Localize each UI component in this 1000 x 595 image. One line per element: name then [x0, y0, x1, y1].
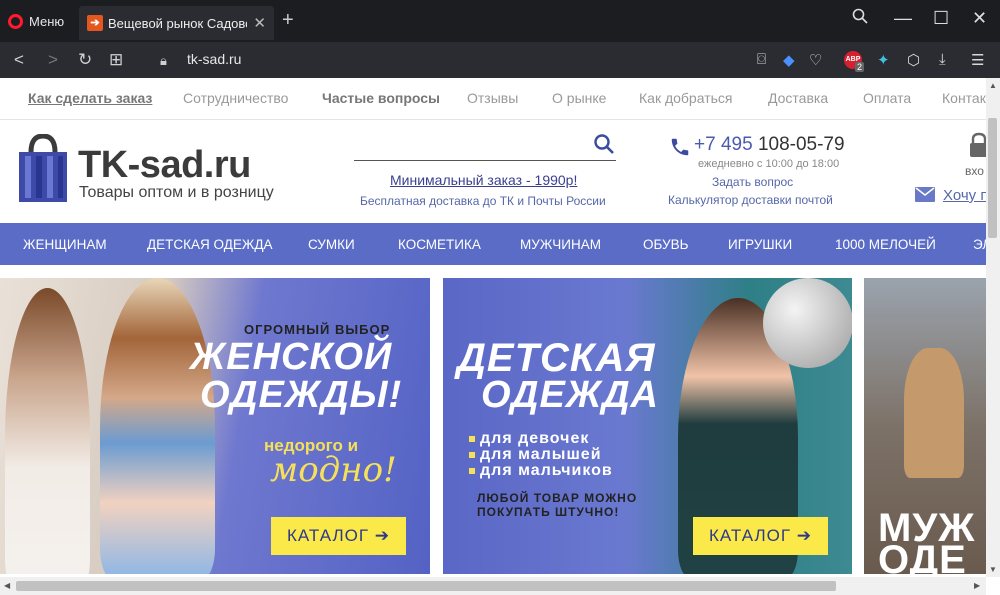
easy-setup-icon[interactable]: ☰: [971, 51, 984, 69]
model-photo: [100, 278, 215, 574]
cube-icon[interactable]: ⬡: [907, 51, 920, 69]
close-tab-icon[interactable]: ✕: [253, 14, 266, 32]
women-banner-subtitle: ОГРОМНЫЙ ВЫБОР: [244, 322, 391, 337]
horizontal-scroll-thumb[interactable]: [16, 581, 836, 591]
vpn-shield-icon[interactable]: ◆: [783, 51, 795, 69]
delivery-calculator-link[interactable]: Калькулятор доставки почтой: [668, 193, 833, 207]
women-banner-fashion: модно!: [270, 450, 397, 490]
wooden-deer-image: [904, 348, 964, 478]
tabs-grid-icon[interactable]: ⊞: [109, 50, 123, 70]
vertical-scrollbar[interactable]: ▲ ▼: [986, 78, 1000, 577]
close-window-icon[interactable]: ✕: [972, 8, 987, 29]
banner-kids[interactable]: ДЕТСКАЯ ОДЕЖДА для девочек для малышей д…: [443, 278, 852, 574]
kids-bullet: для мальчиков: [469, 462, 613, 480]
banner-men[interactable]: МУЖ ОДЕ: [864, 278, 986, 574]
phone-code: +7 495: [694, 134, 753, 155]
topmenu-how-to-order[interactable]: Как сделать заказ: [28, 90, 152, 106]
site-header: TK-sad.ru Товары оптом и в розницу Миним…: [0, 120, 986, 220]
back-icon[interactable]: <: [14, 50, 24, 70]
category-nav: ЖЕНЩИНАМ ДЕТСКАЯ ОДЕЖДА СУМКИ КОСМЕТИКА …: [0, 223, 986, 265]
scroll-right-icon[interactable]: ▶: [974, 581, 980, 590]
men-banner-title-2: ОДЕ: [878, 538, 967, 574]
maximize-icon[interactable]: ☐: [933, 8, 949, 29]
category-1000-trifles[interactable]: 1000 МЕЛОЧЕЙ: [835, 237, 936, 252]
scroll-left-icon[interactable]: ◀: [4, 581, 10, 590]
category-shoes[interactable]: ОБУВЬ: [643, 237, 689, 252]
login-lock-icon[interactable]: [969, 132, 986, 158]
kids-catalog-button[interactable]: КАТАЛОГ ➔: [693, 517, 828, 555]
topmenu-payment[interactable]: Оплата: [863, 90, 911, 106]
new-tab-icon[interactable]: +: [282, 9, 294, 32]
camera-icon[interactable]: ⌼: [757, 51, 766, 68]
women-banner-title-1: ЖЕНСКОЙ: [190, 336, 393, 378]
category-bags[interactable]: СУМКИ: [308, 237, 355, 252]
logo-bag-icon[interactable]: [15, 134, 71, 204]
scroll-down-icon[interactable]: ▼: [989, 565, 997, 574]
vertical-scroll-thumb[interactable]: [988, 118, 997, 238]
women-banner-title-2: ОДЕЖДЫ!: [200, 374, 403, 416]
login-link[interactable]: вхо: [965, 164, 984, 178]
url-field[interactable]: tk-sad.ru: [187, 51, 241, 67]
kids-note-2: ПОКУПАТЬ ШТУЧНО!: [477, 505, 620, 519]
topmenu-contacts[interactable]: Контак: [942, 90, 986, 106]
browser-tab[interactable]: ➔ Вещевой рынок Садовод ✕: [79, 6, 274, 40]
kids-note-1: ЛЮБОЙ ТОВАР МОЖНО: [477, 491, 638, 505]
minimize-icon[interactable]: —: [894, 8, 912, 29]
page-viewport: Как сделать заказ Сотрудничество Частые …: [0, 78, 986, 577]
want-link[interactable]: Хочу п: [943, 187, 986, 204]
search-input[interactable]: [354, 160, 616, 161]
phone-digits: 108-05-79: [757, 134, 845, 155]
topmenu-about-market[interactable]: О рынке: [552, 90, 606, 106]
scroll-up-icon[interactable]: ▲: [989, 81, 997, 90]
horizontal-scrollbar[interactable]: ◀ ▶: [0, 577, 986, 595]
tab-title: Вещевой рынок Садовод: [108, 15, 248, 31]
free-delivery-text: Бесплатная доставка до ТК и Почты России: [360, 194, 606, 208]
download-icon[interactable]: ⤓: [939, 51, 946, 68]
topmenu-cooperation[interactable]: Сотрудничество: [183, 90, 288, 106]
topmenu-reviews[interactable]: Отзывы: [467, 90, 518, 106]
top-menu: Как сделать заказ Сотрудничество Частые …: [0, 78, 986, 120]
logo-tagline: Товары оптом и в розницу: [79, 184, 274, 201]
ask-question-link[interactable]: Задать вопрос: [712, 175, 793, 189]
reload-icon[interactable]: ↻: [78, 50, 92, 70]
adblock-count-badge: 2: [855, 62, 865, 72]
topmenu-directions[interactable]: Как добраться: [639, 90, 732, 106]
category-kids-clothing[interactable]: ДЕТСКАЯ ОДЕЖДА: [147, 237, 272, 252]
search-tabs-icon[interactable]: [852, 8, 868, 29]
women-catalog-button[interactable]: КАТАЛОГ ➔: [271, 517, 406, 555]
balloon-image: [763, 278, 852, 368]
forward-icon[interactable]: >: [48, 50, 58, 70]
phone-number[interactable]: +7 495 108-05-79: [694, 134, 845, 156]
opera-logo-icon: [8, 13, 23, 29]
banner-women[interactable]: ОГРОМНЫЙ ВЫБОР ЖЕНСКОЙ ОДЕЖДЫ! недорого …: [0, 278, 430, 574]
extension-icon[interactable]: ✦: [877, 51, 890, 69]
lock-icon[interactable]: 🔒︎: [160, 53, 167, 69]
topmenu-faq[interactable]: Частые вопросы: [322, 90, 440, 106]
mail-icon: [915, 187, 935, 202]
phone-icon: [671, 138, 689, 156]
category-cosmetics[interactable]: КОСМЕТИКА: [398, 237, 481, 252]
category-electronics[interactable]: ЭЛ: [973, 237, 986, 252]
model-photo: [5, 288, 90, 574]
site-favicon-icon: ➔: [87, 15, 103, 31]
browser-tab-bar: Меню ➔ Вещевой рынок Садовод ✕ + — ☐ ✕: [0, 0, 1000, 42]
menu-label: Меню: [29, 13, 65, 29]
kids-banner-title-2: ОДЕЖДА: [481, 374, 659, 416]
logo-name[interactable]: TK-sad.ru: [78, 144, 251, 187]
category-women[interactable]: ЖЕНЩИНАМ: [23, 237, 107, 252]
heart-icon[interactable]: ♡: [809, 51, 822, 69]
category-men[interactable]: МУЖЧИНАМ: [520, 237, 601, 252]
min-order-link[interactable]: Минимальный заказ - 1990р!: [390, 172, 577, 188]
address-bar: < > ↻ ⊞ 🔒︎ tk-sad.ru ⌼ ◆ ♡ ABP 2 ✦ ⬡ ⤓ ☰: [0, 42, 1000, 78]
work-hours: ежедневно с 10:00 до 18:00: [698, 158, 840, 170]
opera-menu-button[interactable]: Меню: [8, 9, 64, 33]
topmenu-delivery[interactable]: Доставка: [768, 90, 828, 106]
search-icon[interactable]: [593, 133, 615, 155]
category-toys[interactable]: ИГРУШКИ: [728, 237, 792, 252]
